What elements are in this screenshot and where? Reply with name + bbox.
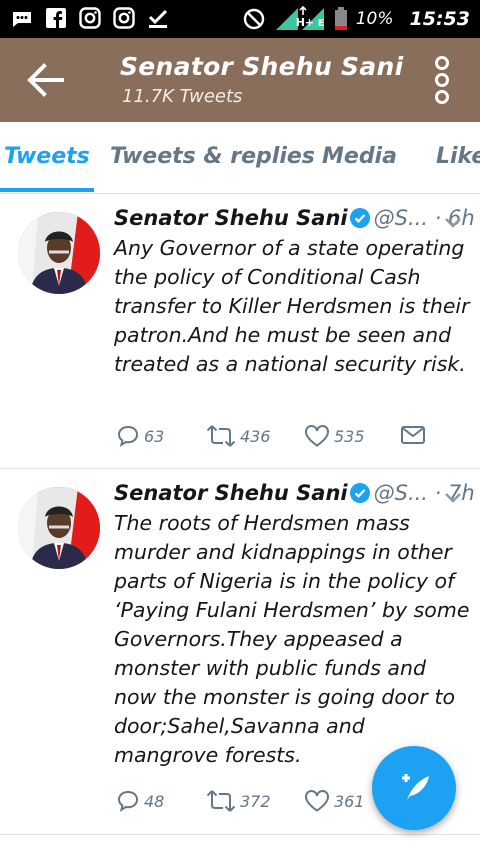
verified-icon — [349, 483, 370, 503]
dm-button[interactable] — [400, 424, 426, 446]
like-icon — [305, 425, 329, 447]
back-arrow-icon[interactable] — [26, 62, 66, 98]
compose-tweet-button[interactable] — [372, 746, 456, 830]
tweet-card[interactable]: Senator Shehu Sani @S... · 6h Any Governo… — [0, 194, 480, 469]
network-type-label-2: E — [317, 18, 325, 29]
tweet-header: Senator Shehu Sani @S... · 6h — [114, 206, 475, 230]
profile-tabs: Tweets Tweets & replies Media Likes — [0, 122, 480, 194]
download-check-icon — [146, 6, 170, 30]
tweet-actions: 63 436 535 — [114, 424, 454, 452]
network-type-label: H+ — [295, 16, 315, 29]
author-handle[interactable]: @S... — [374, 481, 428, 505]
no-disturb-icon — [242, 7, 266, 31]
reply-button[interactable]: 48 — [116, 789, 164, 813]
retweet-icon — [206, 425, 236, 447]
avatar[interactable] — [18, 487, 100, 569]
more-vert-icon[interactable] — [432, 56, 452, 104]
facebook-icon — [44, 6, 68, 30]
retweet-button[interactable]: 372 — [206, 789, 271, 813]
tab-tweets[interactable]: Tweets — [4, 144, 90, 169]
verified-icon — [349, 208, 370, 228]
author-name[interactable]: Senator Shehu Sani — [114, 481, 348, 505]
author-handle[interactable]: @S... — [374, 206, 428, 230]
like-count: 361 — [334, 791, 365, 811]
retweet-count: 372 — [240, 791, 271, 811]
retweet-icon — [206, 790, 236, 812]
like-count: 535 — [334, 426, 365, 446]
signal-icon: H+ E — [274, 5, 326, 32]
tweet-count: 11.7K Tweets — [122, 86, 243, 107]
whatsapp-icon — [10, 6, 34, 30]
battery-percent: 10% — [355, 9, 394, 29]
profile-header: Senator Shehu Sani 11.7K Tweets — [0, 38, 480, 122]
tab-media[interactable]: Media — [322, 144, 397, 169]
battery-icon — [334, 7, 348, 31]
like-button[interactable]: 361 — [304, 789, 365, 813]
like-icon — [305, 790, 329, 812]
reply-icon — [117, 790, 139, 812]
author-name[interactable]: Senator Shehu Sani — [114, 206, 348, 230]
chevron-down-icon[interactable] — [444, 214, 462, 228]
reply-icon — [117, 425, 139, 447]
page-title: Senator Shehu Sani — [120, 52, 404, 81]
active-tab-indicator — [0, 188, 94, 192]
tweet-text: Any Governor of a state operating the po… — [114, 236, 470, 376]
avatar[interactable] — [18, 212, 100, 294]
clock: 15:53 — [409, 8, 470, 30]
reply-count: 63 — [144, 426, 165, 446]
retweet-count: 436 — [240, 426, 271, 446]
instagram-icon — [112, 6, 136, 30]
chevron-down-icon[interactable] — [444, 489, 462, 503]
instagram-icon — [78, 6, 102, 30]
retweet-button[interactable]: 436 — [206, 424, 271, 448]
dm-icon — [401, 426, 425, 444]
like-button[interactable]: 535 — [304, 424, 365, 448]
compose-icon — [402, 774, 429, 800]
status-bar: H+ E 10% 15:53 — [0, 0, 480, 38]
reply-button[interactable]: 63 — [116, 424, 164, 448]
tweet-text: The roots of Herdsmen mass murder and ki… — [114, 511, 470, 767]
tab-likes[interactable]: Likes — [436, 144, 480, 169]
reply-count: 48 — [144, 791, 165, 811]
tab-tweets-and-replies[interactable]: Tweets & replies — [110, 144, 315, 169]
tweet-header: Senator Shehu Sani @S... · 7h — [114, 481, 475, 505]
